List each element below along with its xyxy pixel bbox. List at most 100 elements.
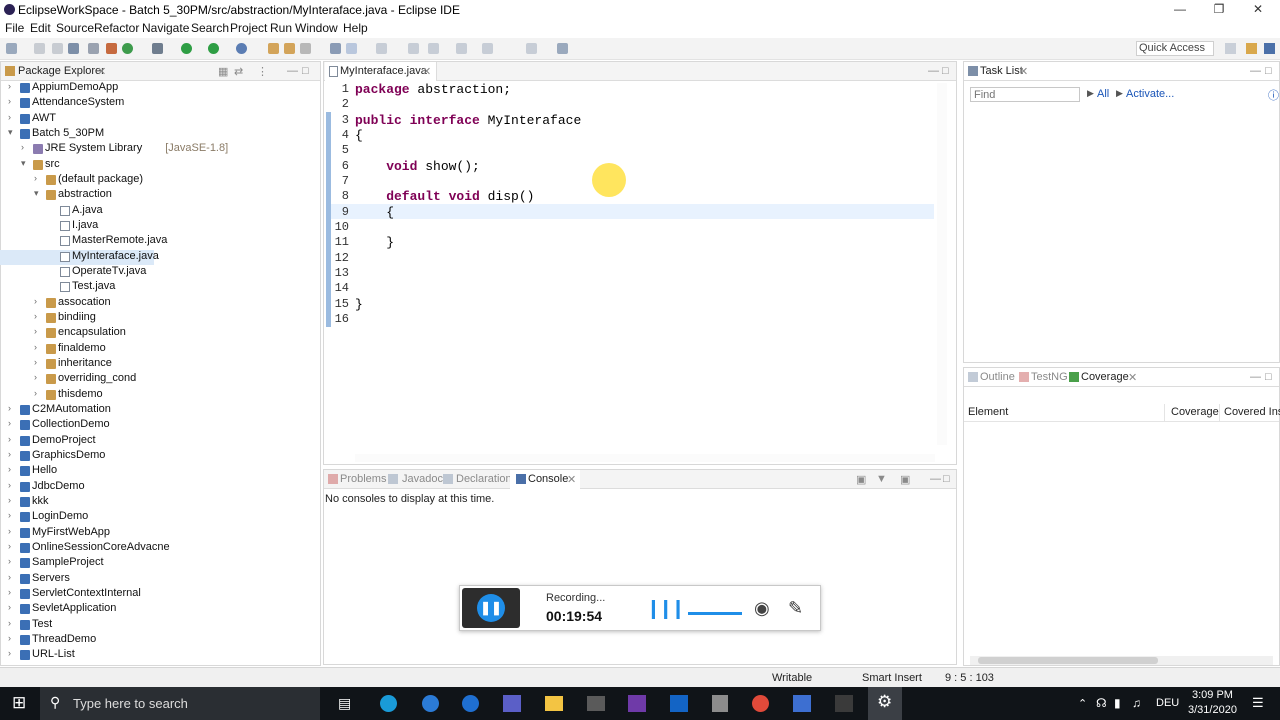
volume-icon[interactable]: ♫ [1132, 696, 1141, 710]
tree-item[interactable]: › ThreadDemo [0, 633, 318, 648]
network-icon[interactable]: ☊ [1096, 696, 1107, 710]
chevron-right-icon[interactable]: › [34, 326, 37, 336]
skype-icon[interactable] [380, 695, 397, 712]
minimize-button[interactable]: — [1168, 2, 1192, 17]
open-console-icon[interactable]: ▣ [900, 473, 910, 486]
close-icon[interactable]: ✕ [1019, 65, 1028, 78]
tree-item[interactable]: › thisdemo [0, 388, 318, 403]
tree-item[interactable]: I.java [0, 219, 318, 234]
tray-chevron-icon[interactable]: ⌃ [1078, 697, 1087, 710]
next-annotation-icon[interactable] [408, 43, 419, 54]
close-icon[interactable]: ✕ [1128, 371, 1137, 384]
minimize-view-icon[interactable]: — [930, 473, 941, 485]
pin-console-icon[interactable]: ▼ [876, 473, 887, 485]
chrome-icon[interactable] [752, 695, 769, 712]
chevron-right-icon[interactable]: › [8, 480, 11, 490]
tree-item[interactable]: › URL-List [0, 648, 318, 663]
chevron-right-icon[interactable]: › [34, 372, 37, 382]
tree-item[interactable]: › JRE System Library [JavaSE-1.8] [0, 142, 318, 157]
chevron-right-icon[interactable]: › [34, 173, 37, 183]
tree-item[interactable]: › finaldemo [0, 342, 318, 357]
code-line[interactable]: default void disp() [355, 189, 534, 204]
close-icon[interactable]: ✕ [422, 65, 431, 78]
editor-vertical-scrollbar[interactable] [937, 83, 947, 445]
outlook-icon[interactable] [670, 695, 688, 712]
maximize-button[interactable]: ❐ [1207, 2, 1231, 17]
edge-icon[interactable] [422, 695, 439, 712]
coverage-run-icon[interactable] [208, 43, 219, 54]
help-icon[interactable]: ⓘ [1268, 87, 1279, 103]
external-tools-icon[interactable] [236, 43, 247, 54]
chevron-right-icon[interactable]: › [8, 418, 11, 428]
battery-icon[interactable]: ▮ [1114, 696, 1121, 710]
code-line[interactable]: { [355, 128, 363, 143]
pin-editor-icon[interactable] [557, 43, 568, 54]
java-perspective-icon[interactable] [1264, 43, 1275, 54]
menu-run[interactable]: Run [270, 21, 292, 35]
maximize-view-icon[interactable]: □ [302, 65, 309, 77]
open-perspective-icon[interactable] [1225, 43, 1236, 54]
tree-item[interactable]: › LoginDemo [0, 510, 318, 525]
coverage-horizontal-scrollbar[interactable] [970, 656, 1273, 665]
tab-outline[interactable]: Outline [980, 371, 1015, 383]
menu-search[interactable]: Search [191, 21, 229, 35]
chevron-right-icon[interactable]: › [8, 510, 11, 520]
chevron-down-icon[interactable]: ▾ [34, 188, 39, 199]
column-coverage[interactable]: Coverage [1171, 406, 1219, 418]
minimize-view-icon[interactable]: — [928, 65, 939, 77]
code-editor[interactable]: 1 package abstraction; 2 3 public interface … [325, 80, 940, 455]
tree-item[interactable]: › CollectionDemo [0, 418, 318, 433]
app-icon[interactable] [628, 695, 646, 712]
tree-item[interactable]: › C2MAutomation [0, 403, 318, 418]
java-ee-perspective-icon[interactable] [1246, 43, 1257, 54]
task-find-input[interactable] [970, 87, 1080, 102]
chevron-right-icon[interactable]: › [21, 142, 24, 152]
app-icon[interactable] [835, 695, 853, 712]
tree-item[interactable]: › ServletContextInternal [0, 587, 318, 602]
chevron-right-icon[interactable]: › [8, 526, 11, 536]
new-icon[interactable] [6, 43, 17, 54]
annotation-icon[interactable] [376, 43, 387, 54]
wizard-icon[interactable] [106, 43, 117, 54]
taskbar-active-app[interactable]: ⚙ [868, 687, 902, 720]
task-activate-link[interactable]: Activate... [1126, 88, 1174, 100]
audio-level-icon[interactable]: ▎▎▎ [652, 600, 689, 620]
tab-problems[interactable]: Problems [340, 473, 386, 485]
taskbar-date[interactable]: 3/31/2020 [1188, 704, 1237, 716]
menu-source[interactable]: Source [56, 21, 94, 35]
code-line[interactable]: public interface MyInteraface [355, 113, 581, 128]
tab-javadoc[interactable]: Javadoc [402, 473, 443, 485]
tree-item[interactable]: › Hello [0, 464, 318, 479]
link-editor-icon[interactable]: ⇄ [234, 65, 243, 78]
tree-item[interactable]: ▾ Batch 5_30PM [0, 127, 318, 142]
last-edit-icon[interactable] [456, 43, 467, 54]
save-all-icon[interactable] [52, 43, 63, 54]
chevron-right-icon[interactable]: › [34, 311, 37, 321]
chevron-right-icon[interactable]: › [8, 602, 11, 612]
chevron-right-icon[interactable]: › [8, 618, 11, 628]
menu-edit[interactable]: Edit [30, 21, 51, 35]
tree-item[interactable]: ▾ src [0, 158, 318, 173]
editor-horizontal-scrollbar[interactable] [355, 454, 935, 462]
minimize-view-icon[interactable]: — [1250, 65, 1261, 77]
menu-navigate[interactable]: Navigate [142, 21, 189, 35]
chevron-right-icon[interactable]: › [8, 403, 11, 413]
forward-icon[interactable] [526, 43, 537, 54]
open-type-icon[interactable] [300, 43, 311, 54]
tree-item[interactable]: › assocation [0, 296, 318, 311]
language-indicator[interactable]: DEU [1156, 697, 1179, 709]
tree-item[interactable]: › OnlineSessionCoreAdvacne [0, 541, 318, 556]
minimize-view-icon[interactable]: — [287, 65, 298, 77]
quick-access-field[interactable]: Quick Access [1136, 41, 1214, 56]
windows-start-icon[interactable]: ⊞ [12, 693, 26, 713]
chevron-right-icon[interactable]: › [8, 556, 11, 566]
taskbar-time[interactable]: 3:09 PM [1192, 689, 1233, 701]
close-icon[interactable]: ✕ [567, 473, 576, 486]
chevron-right-icon[interactable]: › [8, 587, 11, 597]
tree-item[interactable]: › AttendanceSystem [0, 96, 318, 111]
pen-icon[interactable]: ✎ [788, 598, 803, 619]
view-menu-icon[interactable]: ⋮ [257, 65, 268, 78]
debug-icon[interactable] [152, 43, 163, 54]
prev-annotation-icon[interactable] [428, 43, 439, 54]
menu-help[interactable]: Help [343, 21, 368, 35]
